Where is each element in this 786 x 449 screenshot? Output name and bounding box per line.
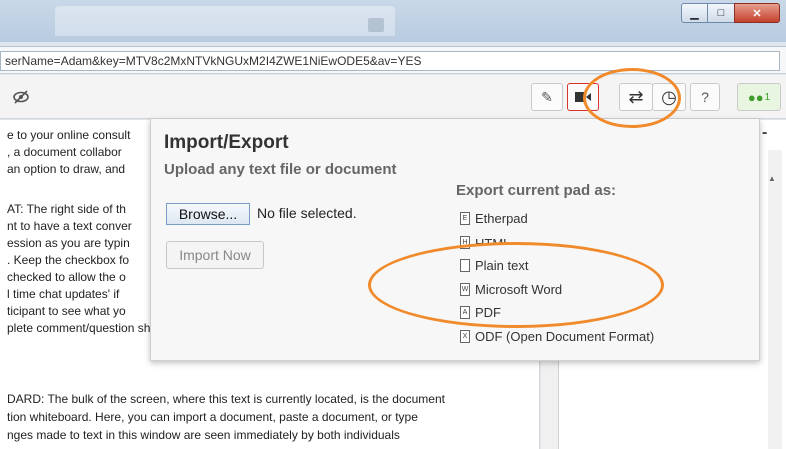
pad-line: AT: The right side of th [7,202,126,216]
pad-line: an option to draw, and [7,162,126,176]
pad-line: DARD: The bulk of the screen, where this… [7,392,445,406]
window-titlebar: ▁ □ ✕ [0,0,786,42]
pad-line: . Keep the checkbox fo [7,253,130,267]
user-count: 1 [764,91,771,103]
help-icon: ? [701,89,709,105]
export-label: Etherpad [475,211,528,227]
annotation-ring-export [368,242,664,328]
url-field[interactable]: serName=Adam&key=MTV8c2MxNTVkNGUxM2I4ZWE… [0,51,780,71]
export-odf[interactable]: X ODF (Open Document Format) [460,325,654,349]
pad-line: l time chat updates' if [7,287,120,301]
minimize-button[interactable]: ▁ [681,3,708,23]
pad-line: e to your online consult [7,128,131,142]
scroll-up-icon[interactable]: ▲ [768,174,776,183]
annotation-ring-toolbar [583,68,681,128]
pad-line: tion whiteboard. Here, you can import a … [7,410,418,424]
export-etherpad[interactable]: E Etherpad [460,207,654,231]
pad-line: nges made to text in this window are see… [7,428,400,442]
tab-close-icon[interactable] [368,18,384,32]
close-button[interactable]: ✕ [734,3,780,23]
window-controls: ▁ □ ✕ [681,3,780,23]
file-status: No file selected. [257,205,357,221]
pad-line: ession as you are typin [7,236,130,250]
help-button[interactable]: ? [690,83,720,111]
users-button[interactable]: ●● 1 [737,83,781,111]
address-bar: serName=Adam&key=MTV8c2MxNTVkNGUxM2I4ZWE… [0,46,786,74]
etherpad-file-icon: E [460,212,470,226]
odf-file-icon: X [460,329,470,343]
import-export-popup: Import/Export Upload any text file or do… [150,119,760,361]
pencil-icon: ✎ [541,88,553,105]
chat-scrollbar[interactable] [768,150,782,449]
pencil-button[interactable]: ✎ [531,83,563,111]
pad-line: nt to have a text conver [7,219,132,233]
popup-subtitle: Upload any text file or document [164,161,397,178]
pad-line: , a document collabor [7,145,122,159]
import-now-button[interactable]: Import Now [166,241,264,269]
pad-line: checked to allow the o [7,270,126,284]
pad-line: ticipant to see what yo [7,304,126,318]
export-heading: Export current pad as: [456,182,617,199]
chat-collapse-button[interactable]: - [762,124,767,142]
maximize-button[interactable]: □ [707,3,735,23]
users-icon: ●● [747,89,764,105]
eye-slash-icon[interactable] [6,83,36,111]
popup-title: Import/Export [164,132,289,153]
browser-tab[interactable] [55,6,395,36]
browse-button[interactable]: Browse... [166,203,250,225]
export-label: ODF (Open Document Format) [475,328,655,344]
